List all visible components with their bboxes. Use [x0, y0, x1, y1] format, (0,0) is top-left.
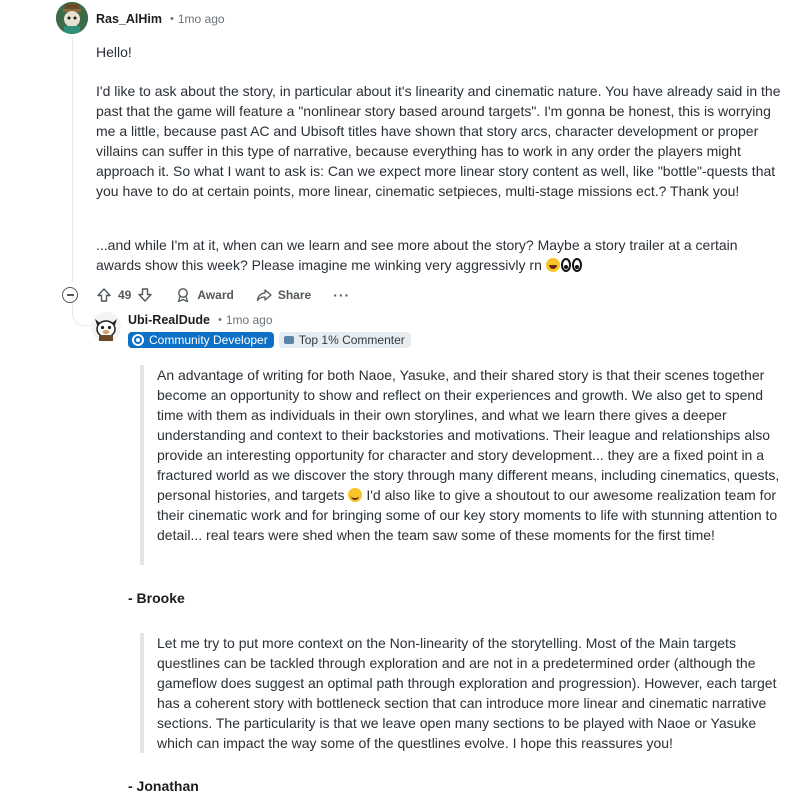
downvote-icon[interactable] [137, 287, 153, 303]
signature-brooke: - Brooke [128, 590, 185, 606]
eyes-emoji-icon [560, 258, 571, 272]
reply-avatar[interactable] [90, 311, 122, 343]
developer-badge-icon [132, 334, 144, 346]
award-button[interactable]: Award [175, 287, 234, 303]
op-username[interactable]: Ras_AlHim [96, 12, 162, 26]
minus-icon [66, 294, 74, 296]
op-paragraph-last: ...and while I'm at it, when can we lear… [96, 235, 784, 275]
laughing-emoji-icon [545, 258, 560, 272]
community-developer-badge[interactable]: Community Developer [128, 332, 274, 348]
op-author-row: Ras_AlHim • 1mo ago [96, 12, 225, 26]
quote-1-text-a: An advantage of writing for both Naoe, Y… [157, 367, 780, 503]
award-label: Award [197, 288, 234, 302]
thread-line [72, 38, 73, 282]
reply-blockquote-2: Let me try to put more context on the No… [140, 633, 780, 753]
snoo-avatar-icon [91, 312, 121, 342]
reply-blockquote-1: An advantage of writing for both Naoe, Y… [140, 365, 780, 565]
smiling-emoji-icon [348, 488, 363, 502]
reply-badges: Community Developer Top 1% Commenter [128, 332, 411, 348]
op-avatar[interactable] [56, 2, 88, 34]
top-commenter-label: Top 1% Commenter [298, 333, 405, 347]
collapse-thread-button[interactable] [62, 287, 78, 303]
share-label: Share [277, 288, 312, 302]
signature-jonathan: - Jonathan [128, 778, 199, 794]
share-icon [256, 289, 272, 302]
top-commenter-badge[interactable]: Top 1% Commenter [278, 332, 411, 348]
award-icon [178, 288, 189, 303]
reply-timestamp[interactable]: 1mo ago [226, 313, 273, 327]
op-greeting: Hello! [96, 44, 132, 60]
op-paragraph-main: I'd like to ask about the story, in part… [96, 83, 781, 199]
separator-dot: • [217, 314, 222, 326]
more-options-icon[interactable]: ··· [333, 287, 350, 303]
community-developer-label: Community Developer [149, 333, 268, 347]
reply-username[interactable]: Ubi-RealDude [128, 313, 210, 327]
separator-dot: • [170, 13, 174, 25]
reply-action-bar-cut-off [128, 804, 328, 810]
upvote-icon[interactable] [96, 287, 112, 303]
op-timestamp[interactable]: 1mo ago [178, 12, 225, 26]
snoo-avatar-icon [56, 2, 88, 34]
eyes-emoji-icon [571, 258, 582, 272]
top-commenter-icon [283, 336, 294, 344]
comment-action-bar: 49 Award Share ··· [62, 284, 350, 306]
vote-count: 49 [118, 288, 132, 302]
share-button[interactable]: Share [256, 287, 311, 303]
reply-author-row: Ubi-RealDude • 1mo ago [128, 313, 273, 327]
op-paragraph-last-text: ...and while I'm at it, when can we lear… [96, 237, 738, 273]
